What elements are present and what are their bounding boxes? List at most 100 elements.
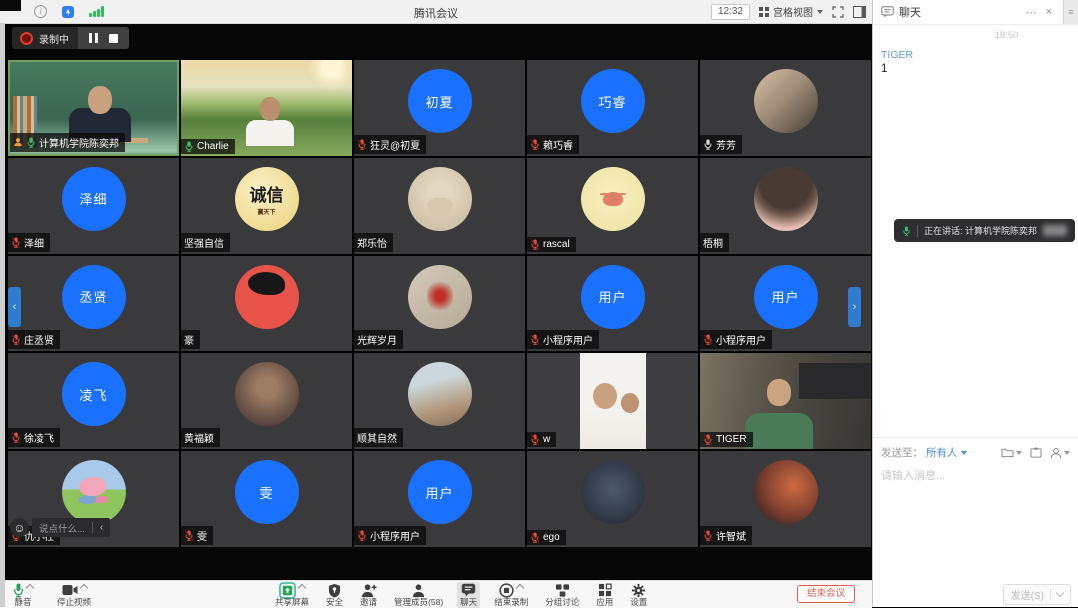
participant-cell[interactable]: ego [527,451,698,547]
mic-status-icon [11,237,21,248]
participant-cell[interactable]: Charlie [181,60,352,156]
tool-chat[interactable]: 聊天 [457,582,480,608]
participant-cell[interactable]: 用户 小程序用户 [354,451,525,547]
participant-cell[interactable]: w [527,353,698,449]
chevron-up-icon[interactable] [79,584,87,592]
send-to-dropdown[interactable]: 所有人 [926,445,967,460]
name-tag: 小程序用户 [700,330,772,349]
pause-recording-button[interactable] [89,33,98,43]
fullscreen-icon [832,6,844,18]
tool-share[interactable]: 共享屏幕 [272,582,312,608]
chat-close-button[interactable]: × [1046,6,1052,18]
participant-cell[interactable]: rascal [527,158,698,254]
chat-input[interactable] [873,460,1078,520]
speaking-toast-text: 正在讲话: 计算机学院陈奕邦 [924,224,1037,237]
quick-chat-placeholder[interactable]: 说点什么... [39,521,85,535]
chevron-up-icon[interactable] [516,584,524,592]
message-text: 1 [881,63,1078,75]
speaking-mic-icon [902,226,911,236]
send-file-button[interactable] [1001,447,1022,458]
tool-record[interactable]: 结束录制 [491,582,531,608]
tool-members[interactable]: 管理成员(58) [391,582,446,608]
participant-cell[interactable]: 诚信赢天下 坚强自信 [181,158,352,254]
participant-cell[interactable]: 初夏 狂灵@初夏 [354,60,525,156]
participant-name: 泽细 [24,235,44,250]
chat-more-button[interactable]: ⋯ [1026,6,1037,19]
participant-cell[interactable]: 雯 雯 [181,451,352,547]
participant-cell[interactable]: 郑乐怡 [354,158,525,254]
avatar [408,167,472,231]
collapse-quick-chat-button[interactable]: ‹ [100,522,103,533]
avatar: 雯 [235,460,299,524]
tool-label: 分组讨论 [545,598,579,607]
chevron-up-icon[interactable] [298,584,306,592]
participant-name: 小程序用户 [543,332,593,347]
screenshot-button[interactable] [1030,447,1042,458]
tool-invite[interactable]: 邀请 [357,582,380,608]
name-tag: 徐凌飞 [8,428,60,447]
participant-cell[interactable]: TIGER [700,353,871,449]
participant-cell[interactable]: 凌飞 徐凌飞 [8,353,179,449]
tool-mic[interactable]: 静音 [10,582,36,608]
layout-toggle-button[interactable] [853,6,866,18]
participant-cell[interactable]: 光辉岁月 [354,256,525,352]
name-tag: Charlie [181,139,235,154]
participant-cell[interactable]: 丞贤 庄丞贤 [8,256,179,352]
name-tag: 狂灵@初夏 [354,135,426,154]
view-mode-dropdown[interactable]: 宫格视图 [759,4,823,19]
next-page-arrow[interactable]: › [848,287,861,327]
mic-status-icon [530,334,540,345]
tool-gear[interactable]: 设置 [627,582,650,608]
avatar [235,265,299,329]
avatar: 巧睿 [581,69,645,133]
participant-cell[interactable]: 用户 小程序用户 [700,256,871,352]
screenshot-icon [1030,447,1042,458]
participant-cell[interactable]: 梧桐 [700,158,871,254]
participant-cell[interactable]: 顺其自然 [354,353,525,449]
breakout-icon [555,583,570,598]
participant-cell[interactable]: 黄福颖 [181,353,352,449]
avatar [408,265,472,329]
avatar: 用户 [408,460,472,524]
end-meeting-button[interactable]: 结束会议 [797,585,855,603]
name-tag: 坚强自信 [181,233,230,252]
grid-view-icon [759,7,769,17]
tool-label: 结束录制 [494,598,528,607]
camera-icon [62,584,78,596]
mic-status-icon [11,334,21,345]
participant-name: 梧桐 [703,235,723,250]
name-tag: 庄丞贤 [8,330,60,349]
tool-camera[interactable]: 停止视频 [54,582,94,608]
avatar [754,69,818,133]
chevron-up-icon[interactable] [26,584,34,592]
emoji-button[interactable] [1050,447,1070,459]
tool-apps[interactable]: 应用 [593,582,616,608]
participant-name: ego [543,532,560,543]
name-tag: rascal [527,237,576,252]
recording-bar: 录制中 [12,27,129,49]
participant-cell[interactable]: 芳芳 [700,60,871,156]
participant-name: 黄福颖 [184,430,214,445]
avatar: 用户 [754,265,818,329]
participant-cell[interactable]: 计算机学院陈奕邦 [8,60,179,156]
stop-recording-button[interactable] [109,34,118,43]
chat-header: 聊天 ⋯ × ≡ [873,0,1078,25]
participant-cell[interactable]: 许智斌 [700,451,871,547]
send-button[interactable]: 发送(S) [1003,584,1071,605]
fullscreen-button[interactable] [832,6,844,18]
participant-cell[interactable]: 泽细 泽细 [8,158,179,254]
tool-shield[interactable]: 安全 [323,582,346,608]
panel-handle[interactable]: ≡ [1063,0,1078,24]
smiley-icon[interactable]: ☺ [10,518,29,537]
mic-status-icon [11,432,21,443]
tool-breakout[interactable]: 分组讨论 [542,582,582,608]
video-grid: 计算机学院陈奕邦 Charlie 初夏 狂灵@初夏 巧睿 赖巧睿 芳芳 泽细 泽… [8,60,871,547]
chat-panel: 聊天 ⋯ × ≡ 18:50 TIGER 1 正在讲话: 计算机学院陈奕邦 发送… [872,0,1078,607]
participant-cell[interactable]: 巧睿 赖巧睿 [527,60,698,156]
screen-corner-artifact [0,0,21,11]
name-tag: 郑乐怡 [354,233,393,252]
participant-cell[interactable]: 用户 小程序用户 [527,256,698,352]
prev-page-arrow[interactable]: ‹ [8,287,21,327]
participant-name: 许智斌 [716,528,746,543]
participant-cell[interactable]: 豪 [181,256,352,352]
